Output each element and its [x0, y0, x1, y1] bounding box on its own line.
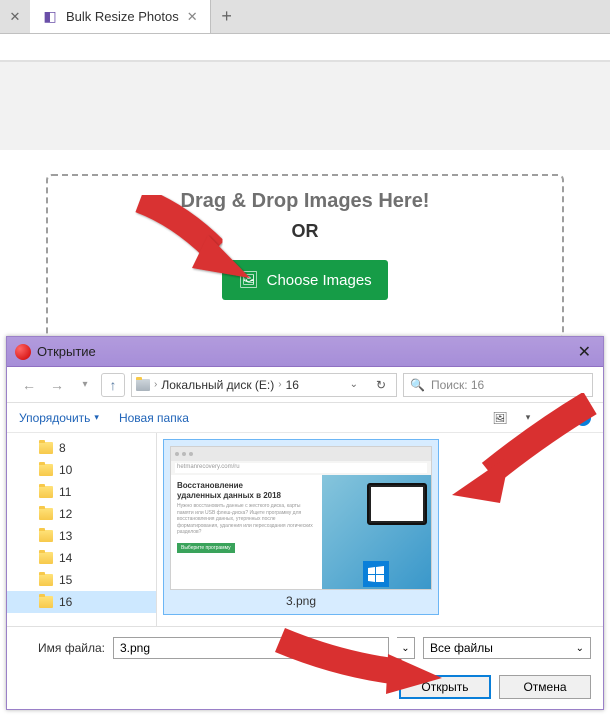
- filename-history-dropdown[interactable]: ⌄: [397, 637, 415, 659]
- breadcrumb-disk[interactable]: › Локальный диск (E:): [136, 378, 274, 392]
- filename-label: Имя файла:: [19, 641, 105, 655]
- breadcrumb-dropdown-icon[interactable]: ⌄: [346, 379, 362, 390]
- folder-item[interactable]: 12: [7, 503, 156, 525]
- back-button[interactable]: ←: [17, 373, 41, 397]
- breadcrumb[interactable]: › Локальный диск (E:) › 16 ⌄ ↻: [131, 373, 397, 397]
- help-icon[interactable]: ?: [575, 410, 591, 426]
- folder-icon: [39, 464, 53, 476]
- folder-icon: [39, 442, 53, 454]
- folder-icon: [39, 552, 53, 564]
- file-thumbnail-selected[interactable]: hetmanrecovery.com/ru Восстановление уда…: [163, 439, 439, 615]
- close-tab-icon[interactable]: ✕: [187, 9, 198, 25]
- nav-arrows: ← → ▾ ↑: [17, 373, 125, 397]
- close-prev-tab[interactable]: ✕: [0, 0, 30, 33]
- view-mode-icon[interactable]: 🖼: [491, 411, 509, 425]
- filename-input[interactable]: [113, 637, 389, 659]
- forward-button[interactable]: →: [45, 373, 69, 397]
- folder-item[interactable]: 10: [7, 459, 156, 481]
- recent-dropdown[interactable]: ▾: [73, 373, 97, 397]
- folder-item[interactable]: 14: [7, 547, 156, 569]
- site-icon: ◧: [42, 9, 58, 25]
- folder-icon: [39, 508, 53, 520]
- open-button[interactable]: Открыть: [399, 675, 491, 699]
- search-input[interactable]: 🔍 Поиск: 16: [403, 373, 593, 397]
- dialog-titlebar[interactable]: Открытие ✕: [7, 337, 603, 367]
- folder-item[interactable]: 15: [7, 569, 156, 591]
- search-placeholder: Поиск: 16: [431, 378, 484, 392]
- tab-title: Bulk Resize Photos: [66, 9, 179, 24]
- filetype-select[interactable]: Все файлы ⌄: [423, 637, 591, 659]
- folder-icon: [39, 574, 53, 586]
- refresh-icon[interactable]: ↻: [370, 374, 392, 396]
- windows-logo-icon: [363, 561, 389, 587]
- browser-tab[interactable]: ◧ Bulk Resize Photos ✕: [30, 0, 211, 33]
- file-open-dialog: Открытие ✕ ← → ▾ ↑ › Локальный диск (E:)…: [6, 336, 604, 710]
- folder-item[interactable]: 11: [7, 481, 156, 503]
- dialog-footer: Имя файла: ⌄ Все файлы ⌄ Открыть Отмена: [7, 626, 603, 709]
- view-dropdown-icon[interactable]: ▾: [519, 411, 537, 425]
- up-button[interactable]: ↑: [101, 373, 125, 397]
- folder-tree[interactable]: 810111213141516: [7, 433, 157, 626]
- chevron-down-icon: ⌄: [576, 643, 584, 654]
- file-area[interactable]: hetmanrecovery.com/ru Восстановление уда…: [157, 433, 603, 626]
- cancel-button[interactable]: Отмена: [499, 675, 591, 699]
- new-tab-button[interactable]: +: [211, 0, 243, 33]
- opera-icon: [15, 344, 31, 360]
- dialog-toolbar: Упорядочить ▾ Новая папка 🖼 ▾ ▥ ?: [7, 403, 603, 433]
- page-gap: [0, 60, 610, 150]
- thumbnail-filename: 3.png: [170, 590, 432, 608]
- breadcrumb-folder[interactable]: 16: [286, 378, 299, 392]
- dialog-body: 810111213141516 hetmanrecovery.com/ru Во…: [7, 433, 603, 626]
- folder-item[interactable]: 13: [7, 525, 156, 547]
- folder-icon: [39, 530, 53, 542]
- preview-pane-icon[interactable]: ▥: [547, 411, 565, 425]
- thumbnail-preview: hetmanrecovery.com/ru Восстановление уда…: [170, 446, 432, 590]
- drop-title: Drag & Drop Images Here!: [48, 190, 562, 213]
- dialog-title: Открытие: [37, 344, 96, 359]
- main-area: Drag & Drop Images Here! OR 🖼 Choose Ima…: [0, 150, 610, 350]
- address-bar-area: [0, 34, 610, 60]
- choose-images-button[interactable]: 🖼 Choose Images: [222, 260, 387, 300]
- folder-icon: [39, 596, 53, 608]
- new-folder-button[interactable]: Новая папка: [119, 411, 189, 425]
- tab-bar: ✕ ◧ Bulk Resize Photos ✕ +: [0, 0, 610, 34]
- image-icon: 🖼: [238, 270, 258, 290]
- drop-zone[interactable]: Drag & Drop Images Here! OR 🖼 Choose Ima…: [46, 174, 564, 340]
- close-icon[interactable]: ✕: [574, 342, 595, 362]
- organize-button[interactable]: Упорядочить ▾: [19, 411, 99, 425]
- folder-item[interactable]: 8: [7, 437, 156, 459]
- choose-button-label: Choose Images: [267, 272, 372, 289]
- chevron-down-icon: ▾: [94, 412, 99, 423]
- folder-icon: [39, 486, 53, 498]
- search-icon: 🔍: [410, 378, 425, 392]
- folder-item[interactable]: 16: [7, 591, 156, 613]
- disk-icon: [136, 379, 150, 391]
- drop-or: OR: [48, 221, 562, 242]
- dialog-nav: ← → ▾ ↑ › Локальный диск (E:) › 16 ⌄ ↻ 🔍…: [7, 367, 603, 403]
